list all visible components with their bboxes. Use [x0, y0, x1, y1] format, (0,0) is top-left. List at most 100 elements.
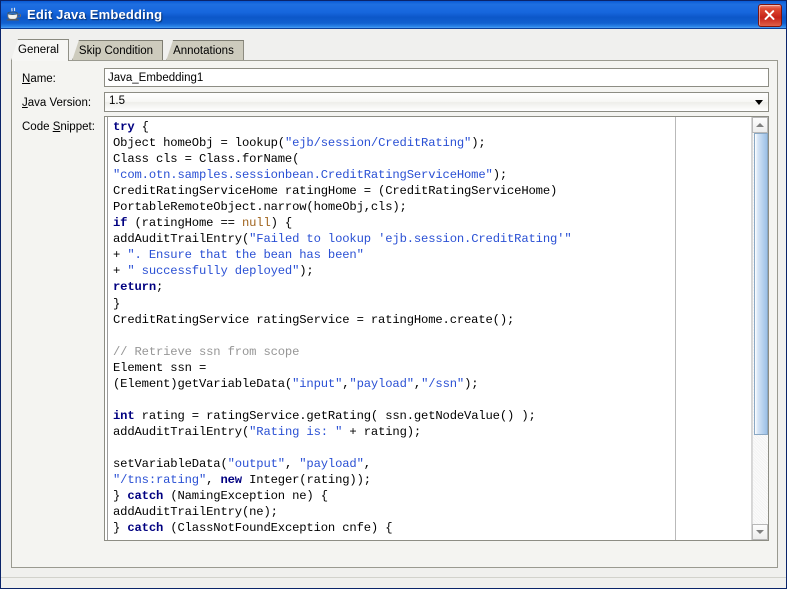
code-token: } — [113, 489, 128, 504]
code-token: , — [363, 456, 371, 471]
tab-skip-condition[interactable]: Skip Condition — [71, 40, 164, 61]
code-token: ); — [299, 264, 314, 279]
code-line: return; — [113, 279, 751, 295]
code-line: "/tns:rating", new Integer(rating)); — [113, 472, 751, 488]
java-version-label-rest: ava Version: — [27, 97, 92, 109]
code-line: (Element)getVariableData("input","payloa… — [113, 376, 751, 392]
title-bar: Edit Java Embedding — [1, 1, 786, 29]
code-token: "Failed to lookup 'ejb.session.CreditRat… — [249, 232, 572, 247]
chevron-up-icon[interactable] — [752, 117, 768, 133]
code-token: return — [113, 280, 156, 295]
code-token: Class cls = Class.forName( — [113, 152, 300, 167]
code-line: int rating = ratingService.getRating( ss… — [113, 408, 751, 424]
code-token: (NamingException ne) { — [163, 489, 328, 504]
scrollbar-thumb[interactable] — [754, 133, 768, 435]
code-line: CreditRatingServiceHome ratingHome = (Cr… — [113, 183, 751, 199]
code-token: " successfully deployed" — [127, 264, 300, 279]
code-line: if (ratingHome == null) { — [113, 215, 751, 231]
edit-java-embedding-dialog: Edit Java Embedding General Skip Conditi… — [0, 0, 787, 589]
code-snippet-label: Code Snippet: — [22, 121, 95, 133]
code-text[interactable]: try {Object homeObj = lookup("ejb/sessio… — [113, 119, 751, 536]
code-token: int — [113, 408, 135, 423]
code-token: (Element)getVariableData( — [113, 376, 293, 391]
code-line: Class cls = Class.forName( — [113, 151, 751, 167]
code-token: Integer(rating)); — [241, 473, 371, 488]
code-token: { — [134, 120, 149, 134]
code-line: setVariableData("output", "payload", — [113, 456, 751, 472]
code-snippet-label-rest: nippet: — [60, 121, 95, 133]
code-line: } — [113, 296, 751, 312]
tab-annotations[interactable]: Annotations — [166, 40, 244, 61]
code-token: "/ssn" — [421, 376, 465, 391]
code-token: addAuditTrailEntry( — [113, 424, 250, 439]
code-token: catch — [127, 521, 164, 536]
code-token: "payload" — [299, 456, 364, 471]
code-line: // Retrieve ssn from scope — [113, 344, 751, 360]
java-version-label: Java Version: — [22, 97, 91, 109]
name-label: Name: — [22, 73, 56, 85]
tab-strip: General Skip Condition Annotations — [1, 39, 786, 61]
code-viewport[interactable]: try {Object homeObj = lookup("ejb/sessio… — [105, 117, 751, 540]
code-token: , — [284, 456, 300, 471]
window-title: Edit Java Embedding — [27, 7, 163, 22]
code-vertical-scrollbar[interactable] — [751, 117, 768, 540]
code-line: Object homeObj = lookup("ejb/session/Cre… — [113, 135, 751, 151]
code-token: ); — [464, 376, 479, 391]
code-token: } — [113, 521, 128, 536]
code-token: "/tns:rating" — [113, 473, 207, 488]
code-token: "input" — [292, 376, 343, 391]
code-line: } catch (ClassNotFoundException cnfe) { — [113, 520, 751, 536]
code-token: addAuditTrailEntry(ne); — [113, 505, 278, 520]
code-token: catch — [127, 489, 164, 504]
code-token: // Retrieve ssn from scope — [113, 344, 300, 359]
code-token: , — [413, 376, 422, 391]
close-icon[interactable] — [758, 4, 782, 27]
general-tab-panel: Name: Java Version: 1.5 Code Snippet: tr… — [11, 60, 778, 568]
chevron-down-icon[interactable] — [749, 93, 768, 111]
java-version-select[interactable]: 1.5 — [104, 92, 769, 112]
code-token: (ratingHome == — [127, 216, 242, 231]
code-line: + ". Ensure that the bean has been" — [113, 247, 751, 263]
code-token: setVariableData( — [113, 456, 228, 471]
code-token: try — [113, 120, 135, 134]
code-line: CreditRatingService ratingService = rati… — [113, 312, 751, 328]
chevron-down-icon[interactable] — [752, 524, 768, 540]
code-token: (ClassNotFoundException cnfe) { — [163, 521, 393, 536]
code-line: addAuditTrailEntry("Rating is: " + ratin… — [113, 424, 751, 440]
code-line: } catch (NamingException ne) { — [113, 488, 751, 504]
gutter-divider — [107, 117, 108, 540]
dialog-content: General Skip Condition Annotations Name:… — [1, 29, 786, 588]
code-token: Element ssn = — [113, 360, 207, 375]
code-token: Object homeObj = lookup( — [113, 136, 285, 151]
code-line: + " successfully deployed"); — [113, 263, 751, 279]
code-line: PortableRemoteObject.narrow(homeObj,cls)… — [113, 199, 751, 215]
scrollbar-track[interactable] — [752, 133, 768, 524]
tab-general[interactable]: General — [11, 39, 69, 61]
code-token: CreditRatingServiceHome ratingHome = (Cr… — [113, 184, 558, 199]
code-token: ; — [155, 280, 164, 295]
code-token: new — [220, 473, 242, 488]
code-token: ) { — [270, 216, 293, 231]
code-token: ); — [471, 136, 486, 151]
code-token: ); — [492, 168, 508, 183]
code-token: "com.otn.samples.sessionbean.CreditRatin… — [113, 168, 493, 183]
code-line: addAuditTrailEntry("Failed to lookup 'ej… — [113, 231, 751, 247]
code-token: "payload" — [349, 376, 414, 391]
code-token: "ejb/session/CreditRating" — [284, 136, 472, 151]
footer-divider — [1, 577, 786, 578]
code-token: ". Ensure that the bean has been" — [127, 248, 364, 263]
java-version-value: 1.5 — [109, 95, 125, 107]
code-token: PortableRemoteObject.narrow(homeObj,cls)… — [113, 200, 407, 215]
code-token: if — [113, 216, 128, 231]
code-line: Element ssn = — [113, 360, 751, 376]
code-line: try { — [113, 119, 751, 135]
name-input[interactable] — [104, 68, 769, 87]
code-line: addAuditTrailEntry(ne); — [113, 504, 751, 520]
code-token: + — [113, 248, 128, 263]
code-snippet-editor[interactable]: try {Object homeObj = lookup("ejb/sessio… — [104, 116, 769, 541]
code-snippet-label-pre: Code — [22, 121, 53, 133]
java-coffee-cup-icon — [5, 6, 23, 24]
